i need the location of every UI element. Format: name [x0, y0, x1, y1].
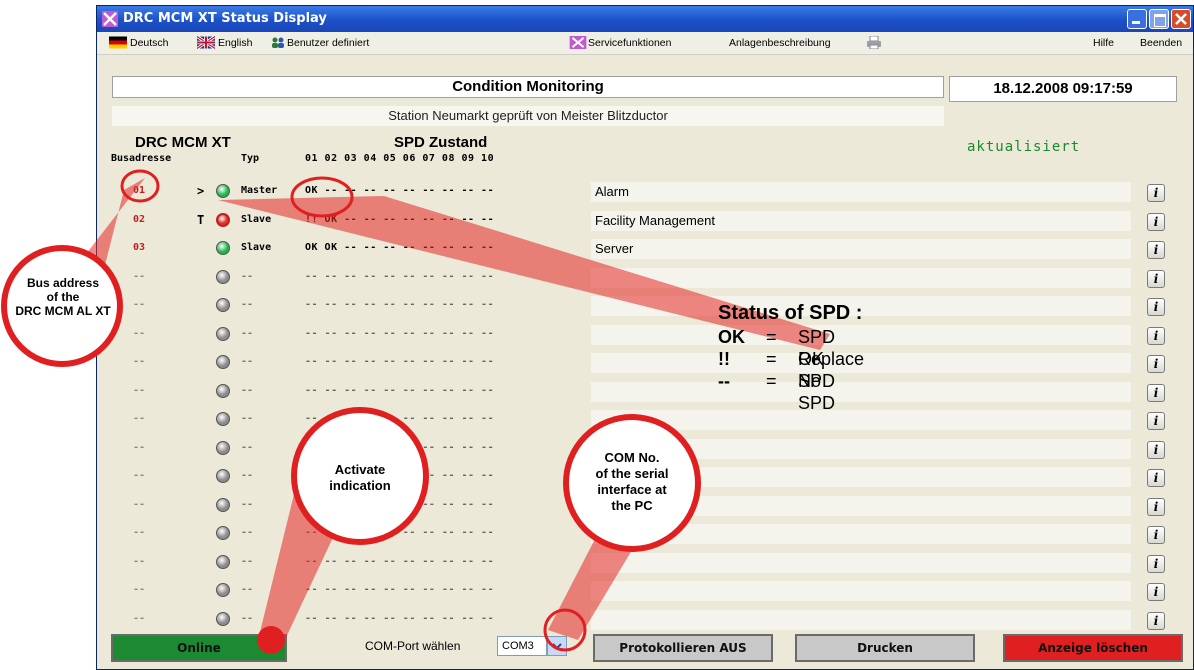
bus-line-1: Bus address	[26, 276, 100, 290]
com-line-3: interface at	[597, 482, 667, 497]
legend-symbol: !!	[718, 349, 730, 369]
activate-line-1: Activate	[334, 462, 386, 477]
com-line-2: of the serial	[595, 466, 669, 481]
bus-line-3: DRC MCM AL XT	[15, 304, 111, 318]
activate-line-2: indication	[329, 478, 391, 493]
legend-text: No SPD	[798, 371, 836, 413]
legend-symbol: OK	[718, 327, 745, 347]
legend-equals: =	[766, 371, 777, 391]
legend-equals: =	[766, 349, 777, 369]
com-line-4: the PC	[611, 498, 653, 513]
callout-ring-bus	[120, 169, 160, 203]
legend-row: OK = SPD OK	[718, 326, 862, 369]
com-line-1: COM No.	[604, 450, 660, 465]
legend-equals: =	[766, 327, 777, 347]
legend-row: -- = No SPD	[718, 370, 862, 413]
annotation-activate: Activate indication	[300, 462, 420, 494]
annotation-overlay	[1, 169, 830, 654]
annotation-com: COM No. of the serial interface at the P…	[572, 450, 692, 514]
legend-row: !! = Replace SPD	[718, 348, 864, 391]
annotation-bus-address: Bus address of the DRC MCM AL XT	[8, 276, 118, 318]
callout-dot-online	[257, 626, 285, 654]
bus-line-2: of the	[46, 290, 80, 304]
legend-title: Status of SPD :	[718, 302, 863, 324]
legend-symbol: --	[718, 371, 730, 391]
spd-status-legend: Status of SPD : OK = SPD OK!! = Replace SPD -…	[718, 302, 864, 413]
